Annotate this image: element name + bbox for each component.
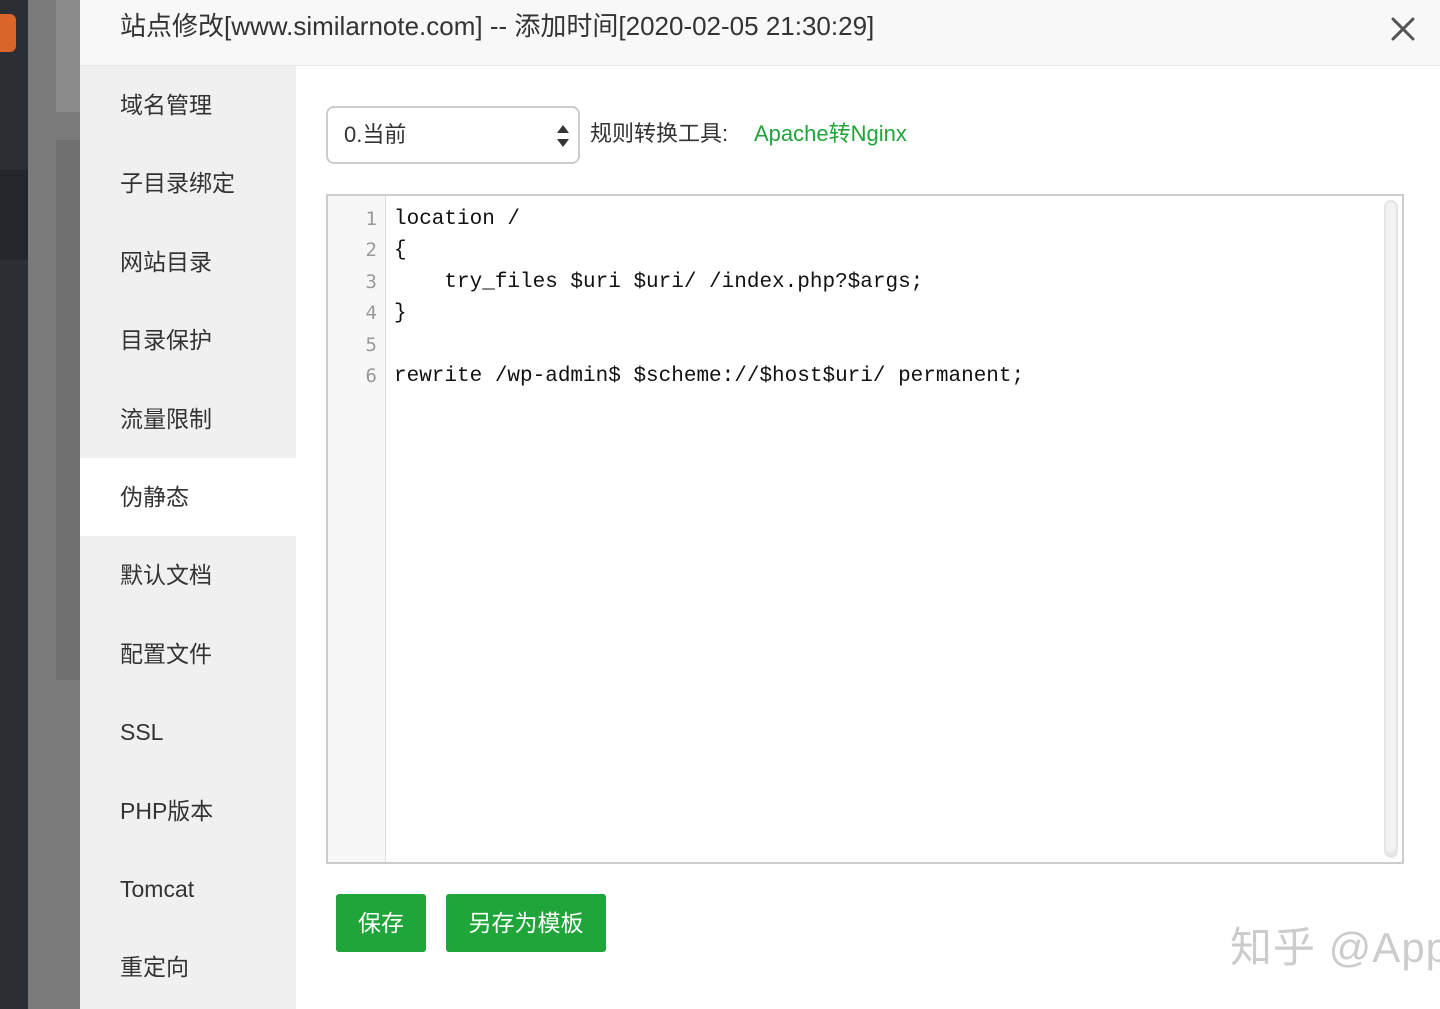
line-number: 1 [365, 208, 377, 230]
rewrite-code-editor[interactable]: 1 2 3 4 5 6 location / { try_files $uri … [326, 194, 1404, 864]
line-number: 2 [365, 239, 377, 262]
rule-converter-label: 规则转换工具: [590, 121, 729, 146]
sidebar-item-domain[interactable]: 域名管理 [80, 66, 296, 144]
select-arrows-icon [557, 125, 569, 147]
line-number: 3 [365, 270, 377, 293]
backdrop-sidebar [0, 0, 28, 1009]
line-number: 4 [365, 302, 377, 325]
sidebar-item-default-document[interactable]: 默认文档 [80, 536, 296, 614]
backdrop-strip [28, 0, 80, 1009]
sidebar-item-php-version[interactable]: PHP版本 [80, 772, 296, 850]
rewrite-panel: 0.当前 规则转换工具: Apache转Nginx 1 2 3 4 5 6 lo… [296, 66, 1440, 1009]
sidebar-item-config-file[interactable]: 配置文件 [80, 615, 296, 693]
sidebar-item-rewrite[interactable]: 伪静态 [80, 457, 296, 537]
sidebar-item-site-directory[interactable]: 网站目录 [80, 223, 296, 301]
close-button[interactable] [1386, 12, 1420, 46]
sidebar-item-redirect[interactable]: 重定向 [80, 928, 296, 1006]
sidebar-item-subdirectory[interactable]: 子目录绑定 [80, 144, 296, 222]
line-number-gutter: 1 2 3 4 5 6 [328, 196, 386, 862]
modal-header: 站点修改[www.similarnote.com] -- 添加时间[2020-0… [80, 0, 1440, 66]
close-icon [1391, 17, 1415, 41]
code-line: try_files $uri $uri/ /index.php?$args; [394, 270, 924, 294]
save-button[interactable]: 保存 [336, 894, 426, 952]
modal-title: 站点修改[www.similarnote.com] -- 添加时间[2020-0… [120, 11, 875, 41]
settings-sidebar: 域名管理 子目录绑定 网站目录 目录保护 流量限制 伪静态 默认文档 配置文件 … [80, 66, 296, 1009]
code-line: location / [394, 208, 521, 231]
sidebar-item-ssl[interactable]: SSL [80, 693, 296, 771]
site-edit-modal: 站点修改[www.similarnote.com] -- 添加时间[2020-0… [80, 0, 1440, 1009]
code-area[interactable]: location / { try_files $uri $uri/ /index… [394, 204, 1378, 392]
apache-to-nginx-link[interactable]: Apache转Nginx [754, 118, 907, 150]
zhihu-watermark: 知乎 @Apple [1230, 924, 1440, 971]
backdrop-badge [0, 14, 16, 52]
backdrop-block [0, 170, 28, 260]
editor-scrollbar[interactable] [1384, 200, 1398, 858]
line-number: 6 [365, 364, 377, 387]
code-line: { [394, 239, 407, 263]
backdrop-panel [56, 0, 80, 112]
sidebar-item-traffic-limit[interactable]: 流量限制 [80, 380, 296, 458]
rewrite-template-select[interactable]: 0.当前 [326, 106, 580, 164]
scrollbar-thumb[interactable] [1386, 202, 1396, 852]
code-line: } [394, 302, 407, 326]
line-number: 5 [365, 333, 377, 356]
code-line: rewrite /wp-admin$ $scheme://$host$uri/ … [394, 364, 1025, 388]
save-as-template-button[interactable]: 另存为模板 [446, 894, 606, 952]
sidebar-item-tomcat[interactable]: Tomcat [80, 850, 296, 928]
select-value: 0.当前 [344, 122, 407, 147]
sidebar-item-directory-protection[interactable]: 目录保护 [80, 301, 296, 379]
backdrop-panel [56, 140, 80, 680]
